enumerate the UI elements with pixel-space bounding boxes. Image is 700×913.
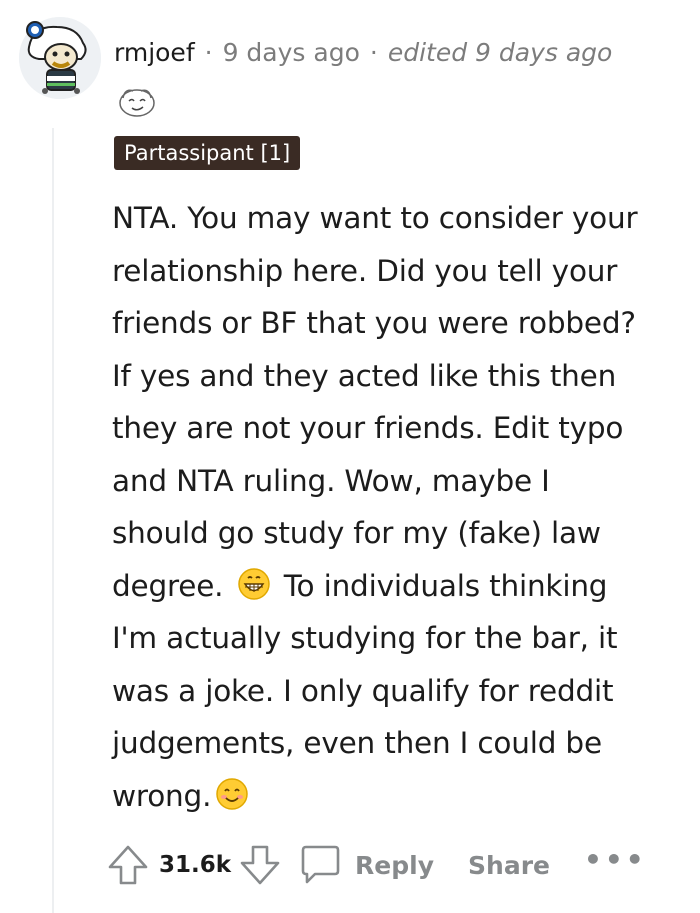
downvote-arrow-icon — [240, 845, 280, 885]
body-segment: degree. — [112, 568, 224, 603]
body-line: was a joke. I only qualify for reddit — [112, 673, 614, 708]
body-line: If yes and they acted like this then — [112, 358, 617, 393]
grinning-face-emoji-icon — [237, 568, 270, 600]
reply-label: Reply — [355, 850, 435, 880]
body-segment: To individuals thinking — [283, 568, 608, 603]
more-options-icon: ••• — [583, 842, 647, 876]
edited-timestamp: edited 9 days ago — [387, 37, 613, 67]
comment-header: rmjoef · 9 days ago · edited 9 days ago — [114, 36, 612, 68]
body-line: I'm actually studying for the bar, it — [112, 621, 618, 655]
comment-bubble-icon — [301, 845, 340, 884]
upvote-button[interactable] — [105, 842, 151, 888]
body-line: relationship here. Did you tell your — [112, 253, 618, 288]
user-flair: Partassipant [1] — [114, 136, 301, 170]
downvote-button[interactable] — [237, 842, 283, 888]
reply-button[interactable]: Reply — [297, 842, 434, 888]
body-line: NTA. You may want to consider your — [112, 201, 638, 235]
body-line: friends or BF that you were robbed? — [112, 306, 636, 340]
thread-line[interactable] — [52, 128, 54, 913]
username-link[interactable]: rmjoef — [114, 38, 195, 67]
vote-score: 31.6k — [159, 852, 232, 878]
more-options-button[interactable]: ••• — [584, 843, 647, 876]
snoo-avatar-icon — [19, 17, 101, 99]
separator: · — [369, 37, 378, 67]
share-label: Share — [468, 850, 550, 880]
body-line: and NTA ruling. Wow, maybe I — [112, 463, 550, 498]
comment-timestamp[interactable]: 9 days ago — [223, 38, 360, 67]
body-line: should go study for my (fake) law — [112, 516, 601, 550]
smiling-face-emoji-icon — [216, 778, 249, 810]
user-avatar[interactable] — [19, 17, 101, 99]
separator: · — [204, 37, 213, 67]
comment-body: NTA. You may want to consider your relat… — [112, 192, 698, 822]
upvote-arrow-icon — [108, 845, 148, 885]
body-line-with-emoji: degree. To individuals thinking — [112, 560, 698, 613]
body-line: judgements, even then I could be — [112, 726, 602, 760]
award-icon[interactable] — [117, 84, 157, 118]
body-segment: wrong. — [112, 778, 212, 813]
share-button[interactable]: Share — [468, 851, 550, 880]
body-line: they are not your friends. Edit typo — [112, 411, 624, 445]
body-line-with-emoji: wrong. — [112, 770, 698, 823]
comment-actions: 31.6k Reply Share ••• — [105, 838, 647, 892]
